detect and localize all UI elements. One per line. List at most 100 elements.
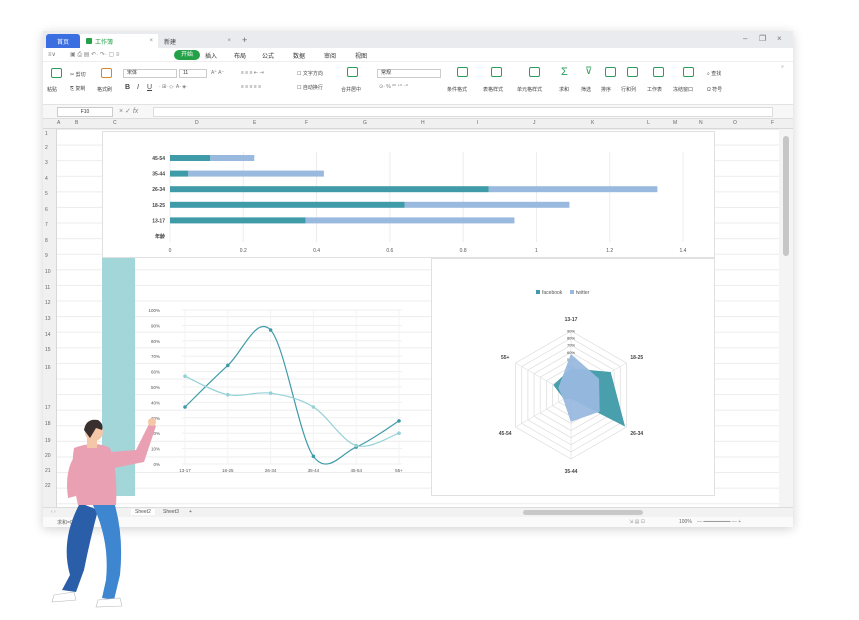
close-icon[interactable]: × <box>227 38 231 44</box>
row-number[interactable]: 6 <box>45 207 48 213</box>
horizontal-scroll-thumb[interactable] <box>523 510 643 515</box>
merge-icon[interactable] <box>347 67 358 77</box>
table-style-label[interactable]: 表格样式 <box>483 86 503 93</box>
column-letter[interactable]: J <box>533 120 536 126</box>
row-col-label[interactable]: 行和列 <box>621 86 636 93</box>
row-number[interactable]: 9 <box>45 253 48 259</box>
freeze-icon[interactable] <box>683 67 694 77</box>
menu-start[interactable]: 开始 <box>174 50 200 60</box>
row-number[interactable]: 2 <box>45 145 48 151</box>
row-number[interactable]: 3 <box>45 160 48 166</box>
worksheet-icon[interactable] <box>653 67 664 77</box>
column-letter[interactable]: G <box>363 120 367 126</box>
column-letter[interactable]: C <box>113 120 117 126</box>
row-number[interactable]: 14 <box>45 332 51 338</box>
close-window-icon[interactable]: × <box>777 34 782 43</box>
sum-icon[interactable]: Σ <box>561 66 568 78</box>
column-letter[interactable]: L <box>647 120 650 126</box>
sort-label[interactable]: 排序 <box>601 86 611 93</box>
bar-chart[interactable]: 0 0.2 0.4 0.6 0.8 1 1.2 1.4 年龄 13-17 18-25 26-34 35-… <box>102 131 715 258</box>
menu-data[interactable]: 数据 <box>293 51 305 60</box>
column-letter[interactable]: D <box>195 120 199 126</box>
underline-icon[interactable]: U <box>147 84 152 91</box>
column-letter[interactable]: M <box>673 120 677 126</box>
border-fill-icons[interactable]: · ⊞· ◇· A· ◈· <box>159 84 188 90</box>
column-letter[interactable]: N <box>699 120 703 126</box>
merge-label[interactable]: 合并居中 <box>341 86 361 93</box>
column-letter[interactable]: I <box>477 120 478 126</box>
tab-new[interactable]: 新建 × <box>158 34 236 48</box>
filter-icon[interactable]: ⊽ <box>585 66 592 77</box>
row-number[interactable]: 11 <box>45 285 50 291</box>
column-letter[interactable]: O <box>733 120 737 126</box>
menu-formula[interactable]: 公式 <box>262 51 274 60</box>
cell-style-icon[interactable] <box>529 67 540 77</box>
row-number[interactable]: 7 <box>45 222 48 228</box>
freeze-label[interactable]: 冻结窗口 <box>673 86 693 93</box>
row-number[interactable]: 15 <box>45 347 51 353</box>
align-top-icons[interactable]: ≡ ≡ ≡ ⇤ ⇥ <box>241 70 264 76</box>
symbol-button[interactable]: Ω 符号 <box>707 86 722 93</box>
italic-icon[interactable]: I <box>137 84 139 91</box>
zoom-slider[interactable]: — ━━━━━━━━━ — + <box>697 519 741 525</box>
row-number[interactable]: 4 <box>45 176 48 182</box>
conditional-format-icon[interactable] <box>457 67 468 77</box>
row-number[interactable]: 16 <box>45 365 51 371</box>
column-letter[interactable]: F <box>305 120 308 126</box>
row-col-icon[interactable] <box>627 67 638 77</box>
row-number[interactable]: 5 <box>45 191 48 197</box>
cell-style-label[interactable]: 单元格样式 <box>517 86 542 93</box>
paste-icon[interactable] <box>51 68 62 78</box>
formula-input[interactable] <box>153 107 773 117</box>
close-icon[interactable]: × <box>149 38 153 44</box>
table-style-icon[interactable] <box>491 67 502 77</box>
row-number[interactable]: 12 <box>45 300 51 306</box>
auto-wrap-button[interactable]: ☐ 自动换行 <box>297 84 323 91</box>
worksheet-label[interactable]: 工作表 <box>647 86 662 93</box>
vertical-scrollbar[interactable] <box>779 129 793 507</box>
number-format-icons[interactable]: ⊙· % ⁰⁰ ⁺⁰ ⁻⁰ <box>379 84 408 90</box>
cut-button[interactable]: ✂ 剪切 <box>70 71 86 78</box>
quick-access-icons[interactable]: ▣ ⎙ ▤ ↶· ↷· ▢ ≡ <box>70 51 119 59</box>
add-sheet-icon[interactable]: + <box>189 509 192 515</box>
restore-icon[interactable]: ❐ <box>759 34 766 43</box>
tab-workbook[interactable]: 工作簿 × <box>80 34 158 48</box>
bold-icon[interactable]: B <box>125 84 130 91</box>
row-number[interactable]: 8 <box>45 238 48 244</box>
add-tab-icon[interactable]: + <box>242 35 247 45</box>
copy-button[interactable]: ⎘ 复制 <box>70 85 85 92</box>
formula-icons[interactable]: × ✓ fx <box>119 107 138 115</box>
column-letter[interactable]: K <box>591 120 594 126</box>
row-number[interactable]: 10 <box>45 269 51 275</box>
font-size-select[interactable]: 11 <box>179 69 207 78</box>
sort-icon[interactable] <box>605 67 616 77</box>
format-painter-icon[interactable] <box>101 68 112 78</box>
menu-review[interactable]: 审阅 <box>324 51 336 60</box>
align-icons[interactable]: ≡ ≡ ≡ ≡ ≡ <box>241 84 261 90</box>
row-number[interactable]: 1 <box>45 131 48 137</box>
font-grow-icons[interactable]: A⁺ A⁻ <box>211 70 224 76</box>
column-letter[interactable]: F <box>771 120 774 126</box>
view-mode-icons[interactable]: ⇲ ▤ ⊡ <box>629 519 645 525</box>
find-button[interactable]: ⌕ 查找 <box>707 70 721 77</box>
column-letter[interactable]: H <box>421 120 425 126</box>
minimize-icon[interactable]: – <box>743 34 747 43</box>
text-direction-button[interactable]: ☐ 文字方向 <box>297 70 323 77</box>
hamburger-icon[interactable]: ≡∨ <box>48 51 56 58</box>
font-select[interactable]: 宋体 <box>123 69 177 78</box>
menu-layout[interactable]: 布局 <box>234 51 246 60</box>
sheet-tab-3[interactable]: Sheet3 <box>163 509 179 515</box>
column-letter[interactable]: A <box>57 120 60 126</box>
column-letter[interactable]: E <box>253 120 256 126</box>
column-letter[interactable]: B <box>75 120 78 126</box>
tab-home[interactable]: 首页 <box>46 34 80 48</box>
expand-ribbon-icon[interactable]: » <box>781 64 784 70</box>
conditional-format-label[interactable]: 条件格式 <box>447 86 467 93</box>
row-number[interactable]: 13 <box>45 316 51 322</box>
sum-label[interactable]: 求和 <box>559 86 569 93</box>
number-format-select[interactable]: 常规 <box>377 69 441 78</box>
radar-chart[interactable]: 13-1718-2526-3435-4445-5455+0%10%20%30%4… <box>431 258 715 496</box>
menu-view[interactable]: 视图 <box>355 51 367 60</box>
filter-label[interactable]: 筛选 <box>581 86 591 93</box>
name-box[interactable]: F10 <box>57 107 113 117</box>
